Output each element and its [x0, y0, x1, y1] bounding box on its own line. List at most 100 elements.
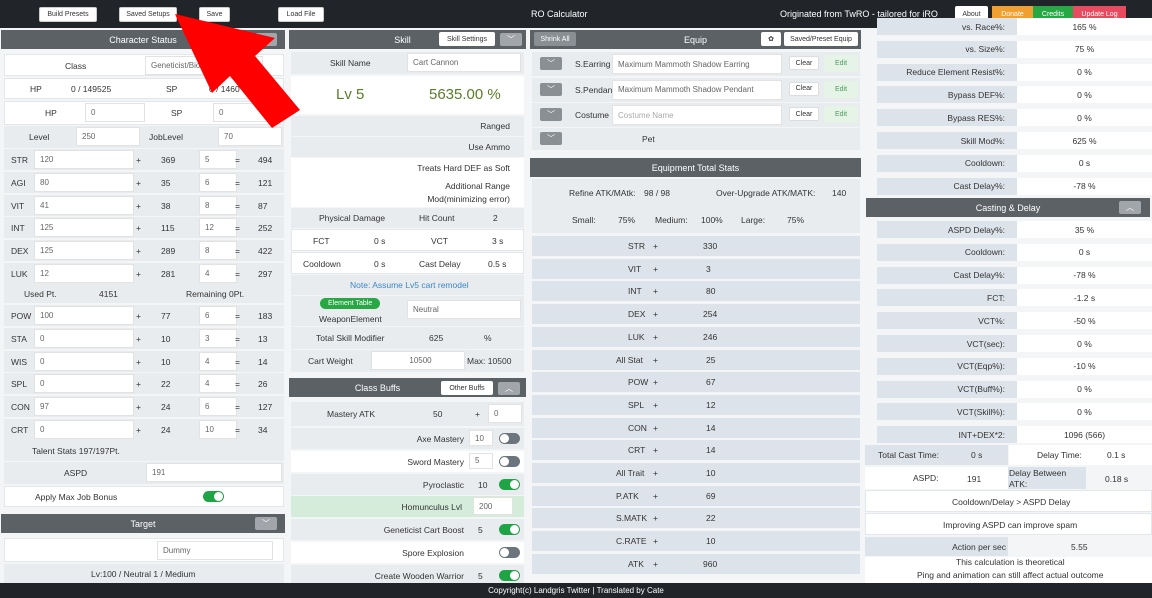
stat-base-input[interactable]: 80: [34, 172, 134, 192]
stat-base-input[interactable]: 0: [34, 374, 134, 394]
cd-vs-aspd-row: Cooldown/Delay > ASPD Delay: [865, 490, 1152, 512]
element-select[interactable]: Neutral: [407, 300, 521, 319]
plus-sign: +: [136, 425, 141, 435]
stat-job-bonus[interactable]: 4: [199, 264, 237, 283]
improving-note: Improving ASPD can improve spam: [943, 520, 1078, 530]
other-buffs-button[interactable]: Other Buffs: [441, 381, 493, 395]
stat-base-input[interactable]: 0: [34, 420, 134, 439]
chevron-down-icon[interactable]: ﹀: [540, 82, 562, 96]
plus-sign: +: [136, 177, 141, 188]
equip-item-input[interactable]: Maximum Mammoth Shadow Pendant: [612, 79, 782, 100]
buff-toggle[interactable]: [499, 569, 520, 581]
chevron-down-icon[interactable]: ﹀: [500, 33, 522, 46]
max-job-toggle[interactable]: [203, 491, 224, 502]
skill-settings-button[interactable]: Skill Settings: [439, 32, 495, 46]
stat-base-input[interactable]: 125: [34, 218, 134, 238]
modifier-row: Reduce Element Resist%: 0 %: [865, 62, 1152, 83]
joblevel-input[interactable]: 70: [218, 127, 282, 146]
edit-button[interactable]: Edit: [824, 55, 858, 72]
equip-stat-name: LUK: [628, 331, 645, 342]
edit-button[interactable]: Edit: [824, 80, 858, 98]
stat-base-input[interactable]: 0: [34, 328, 134, 348]
chevron-down-icon[interactable]: ﹀: [255, 517, 277, 530]
load-file-button[interactable]: Load File: [278, 7, 324, 22]
stat-total: 13: [258, 333, 268, 344]
stat-job-bonus[interactable]: 12: [199, 218, 237, 238]
equip-stat-value: 330: [703, 241, 718, 251]
level-input[interactable]: 250: [76, 127, 140, 146]
hp-input-label: HP: [45, 108, 57, 118]
chevron-down-icon[interactable]: ﹀: [540, 108, 562, 121]
homunculus-level-input[interactable]: 200: [473, 497, 513, 516]
equip-item-input[interactable]: Maximum Mammoth Shadow Earring: [612, 54, 782, 74]
stat-job-bonus[interactable]: 4: [199, 351, 237, 371]
plus-sign: +: [653, 241, 658, 251]
buff-toggle[interactable]: [499, 524, 520, 536]
chevron-up-icon[interactable]: ︿: [255, 33, 277, 46]
shrink-all-button[interactable]: Shrink All: [534, 32, 576, 46]
buff-level-input[interactable]: 5: [469, 452, 493, 469]
cart-weight-input[interactable]: 10500: [371, 351, 465, 370]
chevron-down-icon[interactable]: ﹀: [540, 57, 562, 70]
stat-job-bonus[interactable]: 3: [199, 328, 237, 348]
stat-job-bonus[interactable]: 5: [199, 150, 237, 169]
buff-row: Homunculus Lvl 200: [291, 496, 524, 518]
gear-icon[interactable]: ✿: [761, 32, 781, 46]
stat-job-bonus[interactable]: 6: [199, 306, 237, 325]
stat-base-input[interactable]: 0: [34, 351, 134, 371]
clear-button[interactable]: Clear: [789, 81, 819, 96]
chevron-up-icon[interactable]: ︿: [1119, 201, 1141, 214]
build-presets-button[interactable]: Build Presets: [39, 7, 97, 22]
element-table-button[interactable]: Element Table: [320, 298, 381, 309]
stat-base-input[interactable]: 41: [34, 195, 134, 215]
stat-job-bonus[interactable]: 8: [199, 241, 237, 261]
chevron-up-icon[interactable]: ︿: [498, 382, 520, 395]
sp-input[interactable]: 0: [213, 103, 283, 122]
buff-toggle[interactable]: [499, 478, 520, 490]
plus-sign: +: [653, 377, 658, 388]
monster-select[interactable]: Dummy: [157, 541, 273, 560]
saved-setups-button[interactable]: Saved Setups: [119, 7, 177, 22]
talent-row: Talent Stats 197/197Pt.: [4, 440, 284, 461]
clear-button[interactable]: Clear: [789, 107, 819, 121]
buff-toggle[interactable]: [499, 433, 520, 444]
buff-toggle[interactable]: [499, 547, 520, 558]
stat-base-input[interactable]: 100: [34, 306, 134, 325]
saved-preset-equip-button[interactable]: Saved/Preset Equip: [784, 32, 858, 46]
buff-toggle[interactable]: [499, 455, 520, 467]
refine-box: Refine ATK/MAtk: 98 / 98 Over-Upgrade AT…: [532, 179, 860, 233]
chevron-down-icon[interactable]: ﹀: [540, 132, 562, 145]
stat-job-bonus[interactable]: 6: [199, 397, 237, 417]
hp-label: HP: [30, 84, 42, 94]
hp-input[interactable]: 0: [85, 103, 145, 122]
stat-job-bonus[interactable]: 10: [199, 420, 237, 439]
plus-sign: +: [653, 468, 658, 478]
clear-button[interactable]: Clear: [789, 56, 819, 70]
save-button[interactable]: Save: [199, 7, 230, 22]
equip-stat-value: 25: [706, 354, 716, 365]
stat-job-bonus[interactable]: 8: [199, 195, 237, 215]
class-select[interactable]: Geneticist/Bio: [145, 56, 263, 75]
stat-base-input[interactable]: 12: [34, 264, 134, 283]
modifier-label: Cooldown:: [877, 154, 1017, 172]
theory-note-row: This calculation is theoretical Ping and…: [865, 557, 1152, 583]
stat-base-input[interactable]: 120: [34, 150, 134, 169]
edit-button[interactable]: Edit: [824, 106, 858, 123]
skill-tag-row: Additional Range: [291, 180, 524, 194]
skill-select[interactable]: Cart Cannon: [407, 53, 521, 72]
plus-sign: +: [136, 269, 141, 279]
aspd-input[interactable]: 191: [146, 463, 282, 482]
footer: Copyright(c) Landgris Twitter | Translat…: [0, 583, 1152, 598]
stat-row-vit: VIT 41 +38 8 = 87: [4, 194, 284, 216]
stat-name: CRT: [11, 425, 29, 435]
buff-level-input[interactable]: 10: [469, 430, 493, 446]
stat-base-input[interactable]: 97: [34, 397, 134, 417]
stat-job-bonus[interactable]: 4: [199, 374, 237, 394]
damage-type: Physical Damage: [319, 213, 386, 223]
equip-item-input[interactable]: Costume Name: [612, 105, 782, 125]
stat-job-bonus[interactable]: 6: [199, 172, 237, 192]
stat-base-input[interactable]: 125: [34, 241, 134, 261]
level-label: Level: [29, 132, 50, 142]
fct-value: 0 s: [374, 236, 386, 246]
mastery-extra-input[interactable]: 0: [488, 404, 522, 423]
